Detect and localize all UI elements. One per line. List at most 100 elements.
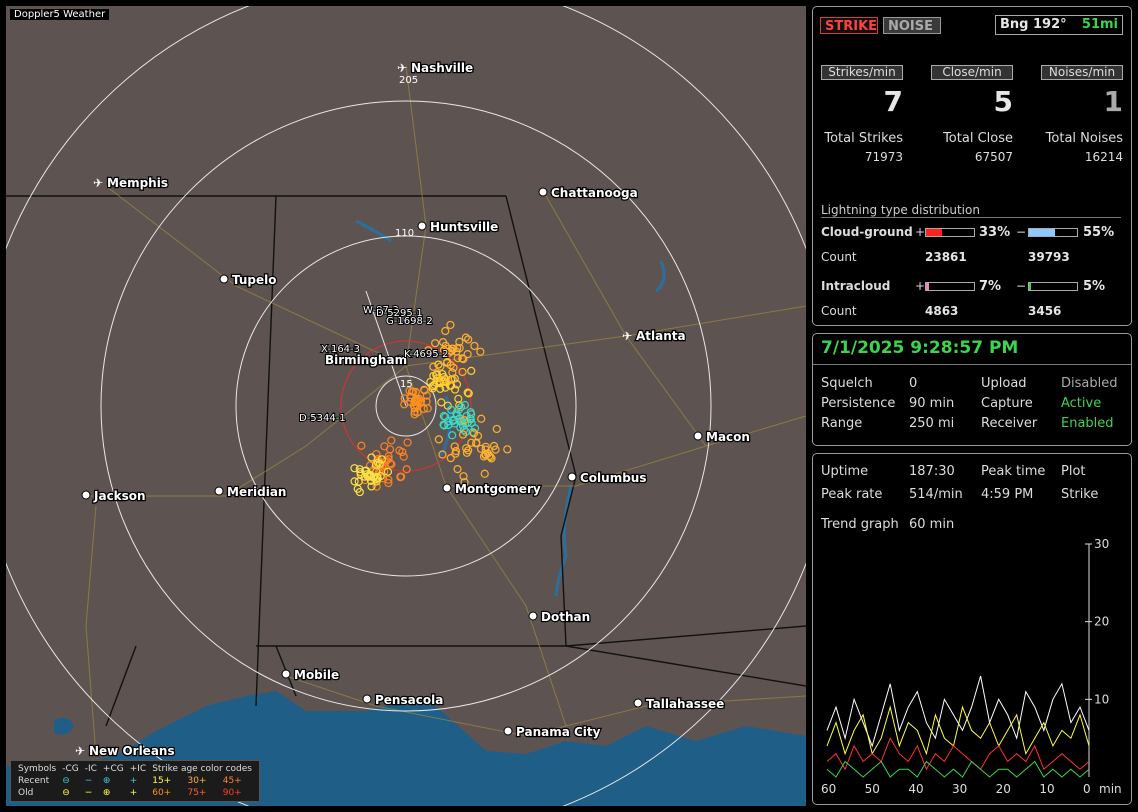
- city-dot-icon: [538, 187, 548, 197]
- storm-cell-label[interactable]: X-164-3: [320, 343, 361, 356]
- strike-marker: [434, 435, 443, 444]
- airport-icon: ✈: [397, 61, 407, 75]
- upload-value[interactable]: Disabled: [1061, 376, 1117, 391]
- trend-series-line: [826, 675, 1090, 748]
- persistence-value[interactable]: 90 min: [909, 396, 954, 411]
- minus-sign: −: [1016, 225, 1027, 239]
- legend-age: 15+: [152, 776, 172, 786]
- strike-button[interactable]: STRIKE: [820, 17, 878, 34]
- cg-pos-pct: 33%: [979, 225, 1011, 240]
- neg-ic-icon: −: [84, 788, 93, 798]
- close-per-min-label[interactable]: Close/min: [931, 65, 1013, 80]
- ic-pos-bar-fill: [926, 283, 930, 290]
- distribution-title: Lightning type distribution: [821, 203, 980, 217]
- storm-cell-label[interactable]: G-1698-2: [385, 315, 434, 328]
- legend-col: +CG: [102, 764, 124, 774]
- city-montgomery: Montgomery: [442, 481, 542, 497]
- city-dot-icon: [503, 726, 513, 736]
- map-canvas[interactable]: ✈ Nashville ✈ Memphis Chattanooga Huntsville T…: [6, 6, 806, 806]
- total-noises-label: Total Noises: [1045, 131, 1123, 146]
- legend-age: 45+: [222, 776, 242, 786]
- uptime-label: Uptime: [821, 464, 869, 479]
- strike-marker: [476, 347, 485, 356]
- city-columbus: Columbus: [567, 470, 648, 486]
- legend-recent-label: Recent: [18, 776, 50, 786]
- strike-marker: [446, 320, 455, 330]
- x-tick-label: 20: [996, 782, 1011, 796]
- strike-marker: [463, 350, 472, 359]
- noises-per-min-label[interactable]: Noises/min: [1041, 65, 1123, 80]
- trend-value[interactable]: 60 min: [909, 517, 954, 532]
- legend-col: -IC: [84, 764, 97, 774]
- total-close-label: Total Close: [943, 131, 1013, 146]
- pos-cg-icon: ⊕: [102, 776, 111, 786]
- ic-pos-pct: 7%: [979, 279, 1002, 294]
- city-dot-icon: [417, 221, 427, 231]
- range-ring-label: 110: [395, 228, 414, 239]
- city-pensacola: Pensacola: [362, 692, 445, 708]
- city-dot-icon: [219, 274, 229, 284]
- city-label: Birmingham: [325, 353, 407, 367]
- range-value[interactable]: 250 mi: [909, 416, 954, 431]
- uptime-value: 187:30: [909, 464, 955, 479]
- bearing-value: Bng 192°: [1000, 17, 1067, 32]
- airport-icon: ✈: [93, 176, 103, 190]
- noise-button[interactable]: NOISE: [883, 17, 941, 34]
- lightning-map[interactable]: ✈ Nashville ✈ Memphis Chattanooga Huntsville T…: [6, 6, 806, 806]
- capture-value[interactable]: Active: [1061, 396, 1101, 411]
- road-network: [85, 65, 806, 757]
- datetime: 7/1/2025 9:28:57 PM: [821, 338, 1019, 358]
- city-dot-icon: [693, 431, 703, 441]
- cg-neg-count: 39793: [1028, 250, 1070, 264]
- strike-marker: [431, 339, 440, 348]
- city-atlanta: ✈ Atlanta: [622, 328, 687, 345]
- plus-sign: +: [915, 225, 926, 239]
- city-nashville: ✈ Nashville: [397, 60, 474, 77]
- city-dot-icon: [528, 611, 538, 621]
- squelch-value[interactable]: 0: [909, 376, 917, 391]
- strike-marker: [357, 441, 366, 450]
- ic-pos-count: 4863: [925, 304, 959, 318]
- river: [355, 219, 666, 597]
- city-label: Tallahassee: [646, 697, 724, 711]
- neg-ic-icon: −: [84, 776, 93, 786]
- city-dot-icon: [81, 490, 91, 500]
- strike-marker: [462, 448, 472, 457]
- city-dot-icon: [567, 472, 577, 482]
- lake: [54, 717, 74, 735]
- strike-marker: [503, 445, 512, 454]
- legend-age-label: Strike age color codes: [152, 764, 252, 774]
- city-label: Huntsville: [430, 220, 498, 234]
- city-label: Memphis: [107, 176, 168, 190]
- neg-cg-icon: ⊖: [62, 788, 70, 798]
- range-label: Range: [821, 416, 863, 431]
- strike-marker: [448, 368, 457, 377]
- plot-value[interactable]: Strike: [1061, 487, 1098, 502]
- city-tallahassee: Tallahassee: [633, 696, 726, 712]
- airport-icon: ✈: [622, 329, 632, 343]
- city-panama-city: Panama City: [503, 724, 602, 740]
- city-label: Columbus: [580, 471, 647, 485]
- strike-marker: [367, 453, 376, 462]
- strikes-per-min-label[interactable]: Strikes/min: [821, 65, 903, 80]
- x-unit-label: min: [1099, 782, 1122, 796]
- city-memphis: ✈ Memphis: [93, 175, 169, 192]
- city-label: Nashville: [411, 61, 473, 75]
- trend-panel: Uptime 187:30 Peak time Plot Peak rate 5…: [812, 453, 1132, 805]
- legend-col: +IC: [129, 764, 147, 774]
- receiver-label: Receiver: [981, 416, 1038, 431]
- bearing-readout: Bng 192° 51mi: [995, 15, 1123, 35]
- cg-neg-bar: [1028, 228, 1078, 237]
- storm-cell-label[interactable]: K-4695-2: [403, 348, 450, 361]
- count-label: Count: [821, 304, 857, 318]
- ic-neg-bar: [1028, 282, 1078, 291]
- count-label: Count: [821, 250, 857, 264]
- strike-marker: [453, 465, 462, 474]
- storm-cell-label[interactable]: D-5344-1: [298, 412, 347, 425]
- y-tick-label: 10: [1094, 692, 1109, 706]
- receiver-value[interactable]: Enabled: [1061, 416, 1114, 431]
- city-new-orleans: ✈ New Orleans: [75, 743, 176, 760]
- x-tick-label: 50: [865, 782, 880, 796]
- plus-sign: +: [915, 279, 926, 293]
- trend-series-line: [826, 705, 1090, 756]
